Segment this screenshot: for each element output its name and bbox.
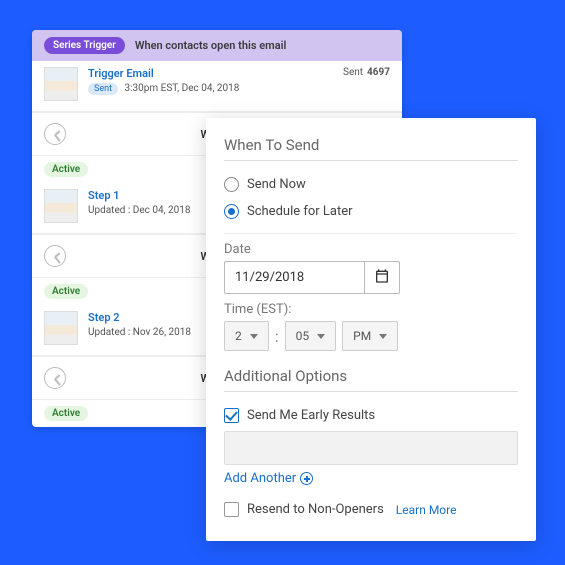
plus-circle-icon bbox=[300, 472, 313, 485]
series-trigger-badge: Series Trigger bbox=[44, 37, 125, 54]
series-trigger-desc: When contacts open this email bbox=[135, 39, 287, 52]
schedule-panel: When To Send Send Now Schedule for Later… bbox=[206, 118, 536, 541]
chevron-down-icon bbox=[379, 334, 387, 339]
clock-icon bbox=[44, 367, 66, 389]
trigger-stats: Sent4697 bbox=[343, 67, 390, 101]
email-thumbnail bbox=[44, 311, 78, 345]
calendar-icon bbox=[374, 268, 390, 288]
radio-send-now-label: Send Now bbox=[247, 177, 306, 192]
divider bbox=[224, 391, 518, 392]
clock-icon bbox=[44, 245, 66, 267]
email-thumbnail bbox=[44, 67, 78, 101]
chevron-down-icon bbox=[250, 334, 258, 339]
early-results-field[interactable] bbox=[224, 431, 518, 465]
email-thumbnail bbox=[44, 189, 78, 223]
resend-checkbox[interactable] bbox=[224, 502, 239, 517]
status-badge-active: Active bbox=[44, 284, 88, 299]
step1-name[interactable]: Step 1 bbox=[88, 189, 191, 202]
date-input[interactable] bbox=[224, 261, 364, 294]
early-results-label: Send Me Early Results bbox=[247, 408, 375, 423]
resend-label: Resend to Non-Openers bbox=[247, 502, 384, 517]
ampm-select[interactable]: PM bbox=[342, 321, 398, 351]
hour-select[interactable]: 2 bbox=[224, 321, 269, 351]
add-another-link[interactable]: Add Another bbox=[224, 471, 518, 486]
radio-icon[interactable] bbox=[224, 177, 239, 192]
radio-schedule-later[interactable]: Schedule for Later bbox=[224, 198, 518, 225]
radio-icon[interactable] bbox=[224, 204, 239, 219]
series-header: Series Trigger When contacts open this e… bbox=[32, 30, 402, 61]
step2-name[interactable]: Step 2 bbox=[88, 311, 191, 324]
trigger-email-row[interactable]: Trigger Email Sent 3:30pm EST, Dec 04, 2… bbox=[32, 61, 402, 112]
time-separator: : bbox=[275, 327, 279, 346]
divider bbox=[224, 233, 518, 234]
step2-updated: Updated : Nov 26, 2018 bbox=[88, 327, 191, 338]
status-badge-active: Active bbox=[44, 406, 88, 421]
status-badge-sent: Sent bbox=[88, 83, 118, 95]
additional-options-title: Additional Options bbox=[224, 367, 518, 385]
time-label: Time (EST): bbox=[224, 302, 518, 317]
minute-select[interactable]: 05 bbox=[285, 321, 337, 351]
date-label: Date bbox=[224, 242, 518, 257]
status-badge-active: Active bbox=[44, 162, 88, 177]
date-picker-button[interactable] bbox=[364, 261, 400, 294]
early-results-checkbox[interactable] bbox=[224, 408, 239, 423]
clock-icon bbox=[44, 123, 66, 145]
radio-schedule-later-label: Schedule for Later bbox=[247, 204, 353, 219]
trigger-send-time: 3:30pm EST, Dec 04, 2018 bbox=[125, 83, 240, 94]
trigger-email-name[interactable]: Trigger Email bbox=[88, 67, 239, 80]
when-to-send-title: When To Send bbox=[224, 136, 518, 154]
divider bbox=[224, 160, 518, 161]
learn-more-link[interactable]: Learn More bbox=[396, 503, 457, 517]
radio-send-now[interactable]: Send Now bbox=[224, 171, 518, 198]
step1-updated: Updated : Dec 04, 2018 bbox=[88, 205, 191, 216]
chevron-down-icon bbox=[317, 334, 325, 339]
